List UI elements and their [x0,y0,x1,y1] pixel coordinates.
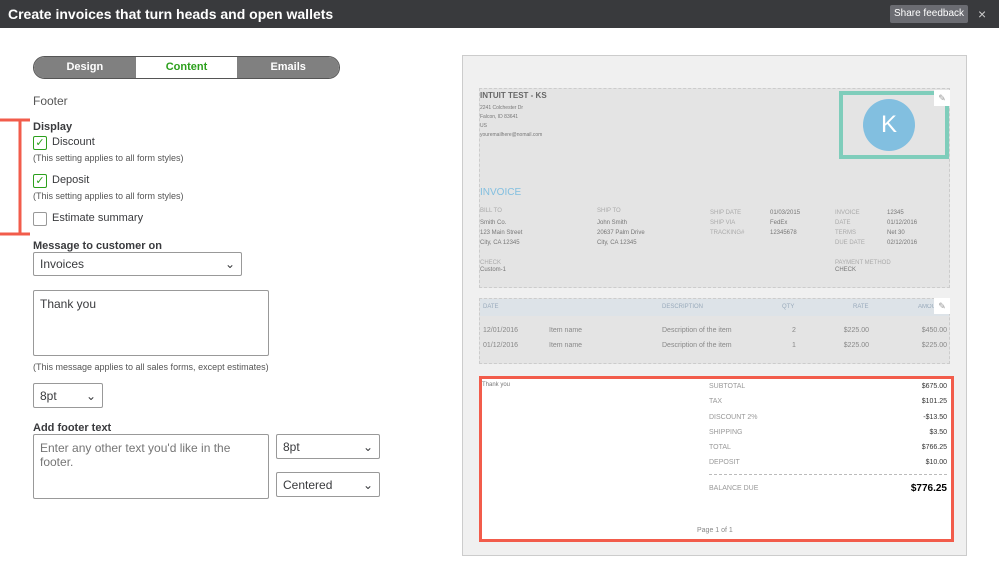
bill-to: Smith Co. 123 Main Street City, CA 12345 [480,220,523,246]
deposit-checkbox[interactable]: ✓ [33,174,47,188]
company-name: INTUIT TEST - KS [480,91,547,100]
tab-design[interactable]: Design [34,57,136,78]
total-row: DISCOUNT 2% -$13.50 [709,413,947,421]
message-label: Message to customer on [33,240,162,252]
bill-to-label: BILL TO [480,208,502,214]
payment-method-label: PAYMENT METHOD [835,260,891,266]
footer-text-label: Add footer text [33,422,112,434]
col-qty: QTY [782,304,795,310]
col-date: DATE [483,304,499,310]
footer-size-select[interactable]: 8pt ⌄ [276,434,380,459]
deposit-label: Deposit [52,174,90,186]
ship-to: John Smith 20637 Palm Drive City, CA 12345 [597,220,645,246]
invoice-fields: INVOICE 12345 DATE 01/12/2016 TERMS Net 30 … [835,210,918,246]
chevron-down-icon: ⌄ [85,388,96,403]
total-row: TAX $101.25 [709,398,947,406]
total-row: DEPOSIT $10.00 [709,455,947,475]
page-number: Page 1 of 1 [697,527,733,534]
chevron-down-icon: ⌄ [362,439,373,454]
tab-bar: Design Content Emails [33,56,340,79]
message-form-select[interactable]: Invoices ⌄ [33,252,242,276]
line-items: 12/01/2016 Item name Description of the it… [483,323,947,353]
payment-method-value: CHECK [835,267,857,273]
message-size-value: 8pt [40,388,57,403]
edit-pencil-icon[interactable]: ✎ [934,298,950,314]
estimate-summary-label: Estimate summary [52,212,144,224]
balance-row: BALANCE DUE $776.25 [709,482,947,494]
total-row: TOTAL $766.25 [709,444,947,452]
col-rate: RATE [853,304,869,310]
discount-label: Discount [52,136,95,148]
message-note: (This message applies to all sales forms… [33,362,269,372]
discount-checkbox[interactable]: ✓ [33,136,47,150]
totals: SUBTOTAL $675.00 TAX $101.25 DISCOUNT 2% -$… [709,379,947,496]
table-header [480,299,949,316]
ship-fields: SHIP DATE 01/03/2015 SHIP VIA FedEx TRACKI… [710,210,801,236]
col-description: DESCRIPTION [662,304,704,310]
chevron-down-icon: ⌄ [224,257,235,271]
message-textarea[interactable]: Thank you [33,290,269,356]
discount-note: (This setting applies to all form styles… [33,153,184,163]
tab-content[interactable]: Content [135,57,238,78]
page-title: Create invoices that turn heads and open… [8,6,334,22]
edit-pencil-icon[interactable]: ✎ [934,90,950,106]
message-size-select[interactable]: 8pt ⌄ [33,383,103,408]
table-row: 12/01/2016 Item name Description of the it… [483,327,947,334]
section-heading: Footer [33,94,68,108]
footer-align-select[interactable]: Centered ⌄ [276,472,380,497]
total-row: SHIPPING $3.50 [709,428,947,436]
check-label: CHECK [480,260,502,266]
company-address: 2241 Colchester Dr Falcon, ID 83641 US your… [480,105,543,138]
deposit-note: (This setting applies to all form styles… [33,191,184,201]
total-row: SUBTOTAL $675.00 [709,383,947,390]
message-form-value: Invoices [40,257,85,271]
table-row: 01/12/2016 Item name Description of the it… [483,342,947,349]
highlight-bracket [0,118,30,236]
estimate-summary-checkbox[interactable] [33,212,47,226]
share-feedback-button[interactable]: Share feedback [890,5,968,23]
tab-emails[interactable]: Emails [237,57,339,78]
chevron-down-icon: ⌄ [362,477,373,492]
close-icon[interactable]: × [978,6,986,22]
footer-align-value: Centered [283,477,333,492]
display-label: Display [33,121,73,133]
ship-to-label: SHIP TO [597,208,621,214]
invoice-doc-title: INVOICE [480,187,522,198]
check-value: Custom-1 [480,267,507,273]
footer-text-input[interactable] [33,434,269,499]
logo: K [863,99,915,151]
footer-message: Thank you [482,382,511,388]
footer-size-value: 8pt [283,439,300,454]
